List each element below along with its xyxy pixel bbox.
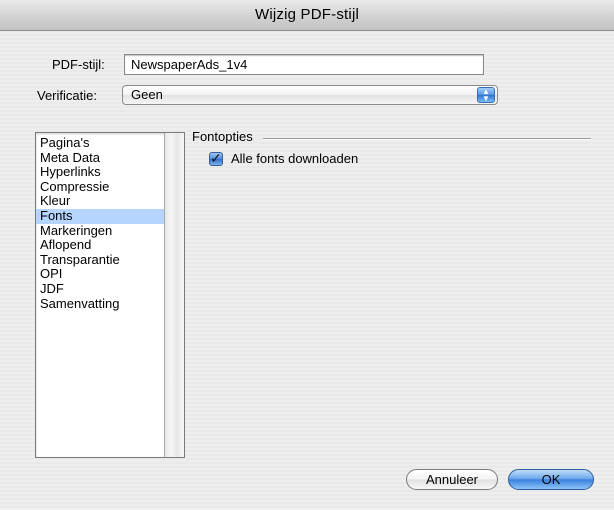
category-list-items: Pagina's Meta Data Hyperlinks Compressie…: [36, 133, 164, 457]
list-item-opi[interactable]: OPI: [36, 267, 164, 282]
fontopties-section-title: Fontopties: [192, 129, 253, 144]
category-list: Pagina's Meta Data Hyperlinks Compressie…: [35, 132, 185, 458]
dialog-window: Wijzig PDF-stijl PDF-stijl: NewspaperAds…: [0, 0, 614, 510]
list-item-meta-data[interactable]: Meta Data: [36, 150, 164, 166]
section-divider: [263, 138, 591, 140]
updown-arrows-icon: ▲ ▼: [477, 87, 495, 103]
checkmark-icon: ✓: [210, 150, 222, 166]
ok-button[interactable]: OK: [508, 469, 594, 490]
list-item-compressie[interactable]: Compressie: [36, 179, 164, 195]
style-name-input[interactable]: NewspaperAds_1v4: [124, 54, 484, 75]
cancel-button[interactable]: Annuleer: [406, 469, 498, 490]
list-item-fonts[interactable]: Fonts: [36, 208, 164, 224]
list-item-markeringen[interactable]: Markeringen: [36, 223, 164, 239]
style-label: PDF-stijl:: [52, 57, 105, 72]
verification-select[interactable]: Geen ▲ ▼: [122, 85, 498, 105]
download-all-fonts-checkbox[interactable]: ✓: [209, 150, 223, 166]
window-title: Wijzig PDF-stijl: [254, 6, 360, 23]
list-item-kleur[interactable]: Kleur: [36, 194, 164, 209]
list-item-hyperlinks[interactable]: Hyperlinks: [36, 165, 164, 180]
list-item-jdf[interactable]: JDF: [36, 281, 164, 297]
verification-selected-value: Geen: [131, 87, 163, 102]
list-item-paginas[interactable]: Pagina's: [36, 135, 164, 151]
list-item-aflopend[interactable]: Aflopend: [36, 238, 164, 253]
verification-label: Verificatie:: [37, 88, 97, 103]
list-item-transparantie[interactable]: Transparantie: [36, 252, 164, 268]
list-item-samenvatting[interactable]: Samenvatting: [36, 296, 164, 312]
window-titlebar[interactable]: Wijzig PDF-stijl: [0, 0, 614, 31]
download-all-fonts-label[interactable]: Alle fonts downloaden: [231, 151, 358, 166]
list-scrollbar[interactable]: [164, 133, 184, 457]
